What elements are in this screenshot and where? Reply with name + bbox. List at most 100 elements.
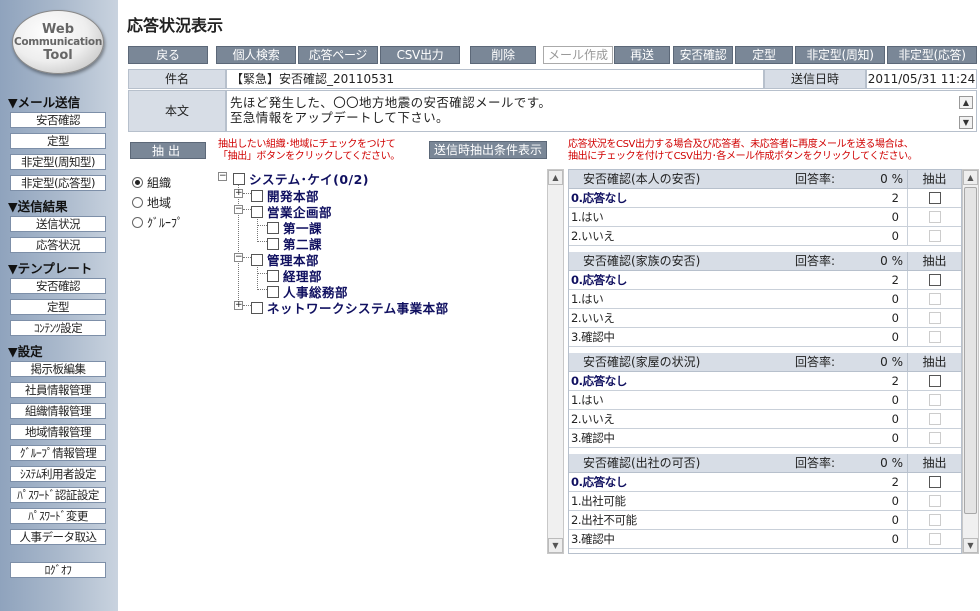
answer-label: 2.いいえ: [571, 412, 615, 426]
sidebar-item-system-user-settings[interactable]: ｼｽﾃﾑ利用者設定: [10, 466, 106, 482]
scroll-down-icon[interactable]: ▼: [548, 538, 563, 553]
tree-checkbox[interactable]: [267, 285, 279, 298]
scroll-up-icon[interactable]: ▲: [548, 170, 563, 185]
sidebar-item-content-settings[interactable]: ｺﾝﾃﾝﾂ設定: [10, 320, 106, 336]
answer-rate-value: 0 %: [880, 355, 903, 369]
answer-label: 0.応答なし: [571, 374, 627, 388]
tree-collapse-icon[interactable]: −: [234, 205, 243, 214]
sidebar-item-template-fixed[interactable]: 定型: [10, 299, 106, 315]
sent-datetime-value: 2011/05/31 11:24: [866, 69, 977, 89]
extract-checkbox: [928, 331, 941, 343]
tree-label: ネットワークシステム事業本部: [267, 301, 449, 316]
tree-checkbox[interactable]: [267, 237, 279, 250]
sidebar-item-password-auth-settings[interactable]: ﾊﾟｽﾜｰﾄﾞ認証設定: [10, 487, 106, 503]
body-scroll-down-icon[interactable]: ▼: [959, 116, 973, 129]
tree-collapse-icon[interactable]: −: [234, 253, 243, 262]
sidebar-item-send-status[interactable]: 送信状況: [10, 216, 106, 232]
tree-expand-icon[interactable]: +: [234, 189, 243, 198]
radio-organization[interactable]: 組織: [132, 174, 171, 191]
tree-checkbox[interactable]: [251, 189, 263, 202]
sidebar-item-employee-info[interactable]: 社員情報管理: [10, 382, 106, 398]
extract-checkbox[interactable]: [928, 192, 941, 204]
extract-checkbox[interactable]: [928, 375, 941, 387]
answer-label: 1.はい: [571, 393, 604, 407]
csv-output-button[interactable]: CSV出力: [380, 46, 460, 64]
answer-count: 0: [891, 494, 899, 508]
fixed-mail-button[interactable]: 定型: [735, 46, 793, 64]
answer-rate-label: 回答率:: [795, 355, 836, 369]
individual-search-button[interactable]: 個人検索: [216, 46, 296, 64]
tree-checkbox[interactable]: [251, 205, 263, 218]
sidebar-item-password-change[interactable]: ﾊﾟｽﾜｰﾄﾞ変更: [10, 508, 106, 524]
tree-root-checkbox[interactable]: [233, 172, 245, 185]
sidebar-item-hr-data-import[interactable]: 人事データ取込: [10, 529, 106, 545]
radio-region-icon[interactable]: [132, 197, 143, 208]
response-results-panel: 安否確認(本人の安否) 回答率: 0 % 抽出 0.応答なし 2 1.はい 0 2.いいえ 0 安否…: [568, 169, 962, 554]
extract-checkbox: [928, 413, 941, 425]
sidebar-item-org-info[interactable]: 組織情報管理: [10, 403, 106, 419]
sidebar-item-fixed-mail[interactable]: 定型: [10, 133, 106, 149]
extract-cell: [907, 271, 961, 289]
extract-button[interactable]: 抽出: [130, 142, 206, 159]
sidebar-item-group-info[interactable]: ｸﾞﾙｰﾌﾟ情報管理: [10, 445, 106, 461]
extract-column-label: 抽出: [907, 454, 961, 472]
resend-button[interactable]: 再送: [614, 46, 670, 64]
logout-button[interactable]: ﾛｸﾞｵﾌ: [10, 562, 106, 578]
answer-row: 2.いいえ 0: [569, 309, 961, 328]
nonfixed-reply-mail-button[interactable]: 非定型(応答): [887, 46, 977, 64]
sidebar-item-nonfixed-notice-mail[interactable]: 非定型(周知型): [10, 154, 106, 170]
answer-count: 0: [891, 393, 899, 407]
extract-column-label: 抽出: [907, 252, 961, 270]
body-scroll-up-icon[interactable]: ▲: [959, 96, 973, 109]
answer-label: 1.出社可能: [571, 494, 626, 508]
radio-region[interactable]: 地域: [132, 194, 171, 211]
answer-row: 2.出社不可能 0: [569, 511, 961, 530]
answer-row: 0.応答なし 2: [569, 271, 961, 290]
answer-rate-label: 回答率:: [795, 172, 836, 186]
answer-count: 2: [891, 273, 899, 287]
results-scrollbar[interactable]: ▲ ▼: [962, 169, 979, 554]
back-button[interactable]: 戻る: [128, 46, 208, 64]
answer-row: 0.応答なし 2: [569, 372, 961, 391]
sidebar-item-board-edit[interactable]: 掲示板編集: [10, 361, 106, 377]
safety-confirm-mail-button[interactable]: 安否確認: [673, 46, 733, 64]
tree-scrollbar[interactable]: ▲ ▼: [547, 169, 564, 554]
nonfixed-notice-mail-button[interactable]: 非定型(周知): [795, 46, 885, 64]
scroll-thumb[interactable]: [964, 187, 977, 514]
radio-group-icon[interactable]: [132, 217, 143, 228]
question-title: 安否確認(本人の安否): [583, 172, 701, 186]
radio-organization-icon[interactable]: [132, 177, 143, 188]
tree-collapse-icon[interactable]: −: [218, 172, 227, 181]
extract-checkbox[interactable]: [928, 274, 941, 286]
section-template: ▼テンプレート: [8, 261, 93, 276]
delete-button[interactable]: 削除: [470, 46, 536, 64]
send-condition-display-button[interactable]: 送信時抽出条件表示: [429, 141, 547, 159]
sidebar-item-safety-confirm-mail[interactable]: 安否確認: [10, 112, 106, 128]
scroll-up-icon[interactable]: ▲: [963, 170, 978, 185]
tree-node-network-systems[interactable]: ネットワークシステム事業本部: [251, 298, 449, 317]
sidebar-item-region-info[interactable]: 地域情報管理: [10, 424, 106, 440]
answer-count: 2: [891, 191, 899, 205]
radio-organization-label: 組織: [147, 176, 172, 190]
sidebar-item-response-status[interactable]: 応答状況: [10, 237, 106, 253]
tree-checkbox[interactable]: [251, 253, 263, 266]
tree-checkbox[interactable]: [267, 269, 279, 282]
response-page-button[interactable]: 応答ページ: [298, 46, 378, 64]
question-header: 安否確認(出社の可否) 回答率: 0 % 抽出: [569, 454, 961, 473]
question-title: 安否確認(出社の可否): [583, 456, 701, 470]
answer-count: 0: [891, 292, 899, 306]
radio-group[interactable]: ｸﾞﾙｰﾌﾟ: [132, 214, 183, 231]
sidebar-item-nonfixed-reply-mail[interactable]: 非定型(応答型): [10, 175, 106, 191]
extract-checkbox: [928, 312, 941, 324]
extract-checkbox[interactable]: [928, 476, 941, 488]
tree-expand-icon[interactable]: +: [234, 301, 243, 310]
tree-checkbox[interactable]: [251, 301, 263, 314]
scroll-down-icon[interactable]: ▼: [963, 538, 978, 553]
question-block: 安否確認(出社の可否) 回答率: 0 % 抽出 0.応答なし 2 1.出社可能 0 2.出社不可…: [569, 454, 961, 549]
web-communication-tool-logo[interactable]: Web Communication Tool: [12, 10, 104, 74]
answer-label: 2.いいえ: [571, 311, 615, 325]
extract-cell: [907, 391, 961, 409]
tree-checkbox[interactable]: [267, 221, 279, 234]
question-block: 安否確認(家族の安否) 回答率: 0 % 抽出 0.応答なし 2 1.はい 0 2.いいえ 0 3.…: [569, 252, 961, 347]
sidebar-item-template-safety[interactable]: 安否確認: [10, 278, 106, 294]
